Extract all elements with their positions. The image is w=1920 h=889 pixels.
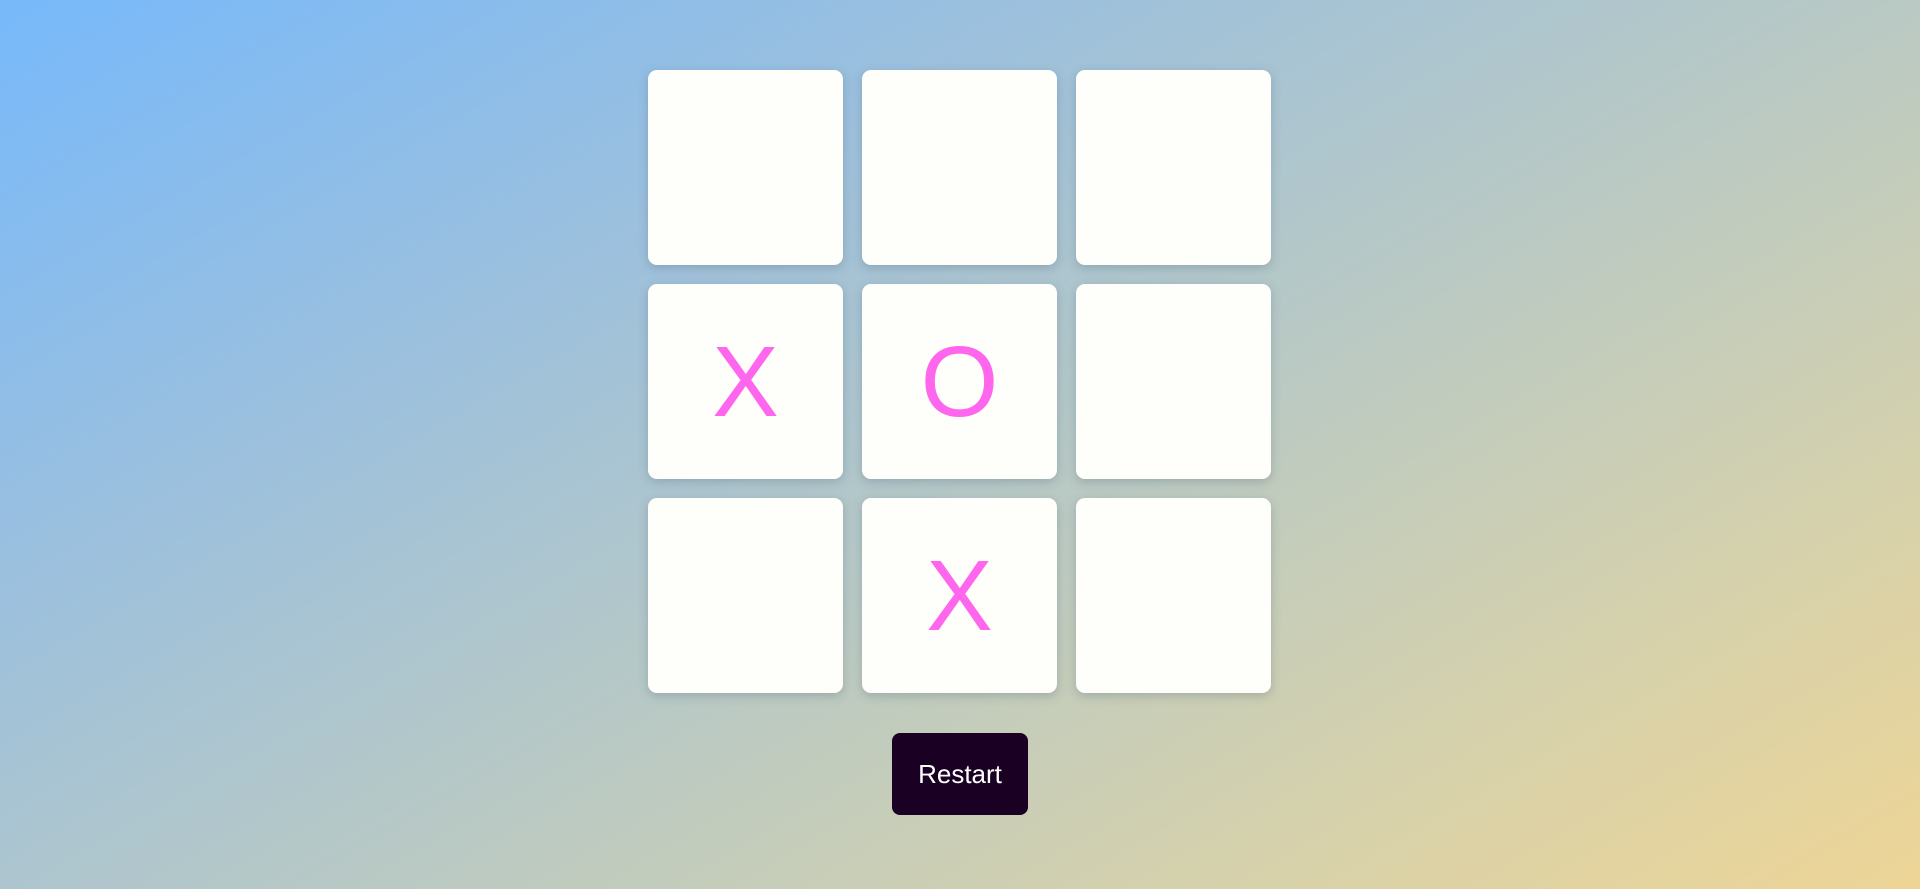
board-cell-9[interactable] <box>1076 498 1271 693</box>
board-cell-6[interactable] <box>1076 284 1271 479</box>
game-board: X O X <box>648 70 1272 693</box>
board-cell-7[interactable] <box>648 498 843 693</box>
board-cell-5[interactable]: O <box>862 284 1057 479</box>
board-cell-2[interactable] <box>862 70 1057 265</box>
restart-button[interactable]: Restart <box>892 733 1028 815</box>
cell-mark: X <box>926 539 993 652</box>
board-cell-8[interactable]: X <box>862 498 1057 693</box>
board-cell-3[interactable] <box>1076 70 1271 265</box>
board-cell-1[interactable] <box>648 70 843 265</box>
cell-mark: X <box>712 325 779 438</box>
cell-mark: O <box>920 325 999 438</box>
board-cell-4[interactable]: X <box>648 284 843 479</box>
